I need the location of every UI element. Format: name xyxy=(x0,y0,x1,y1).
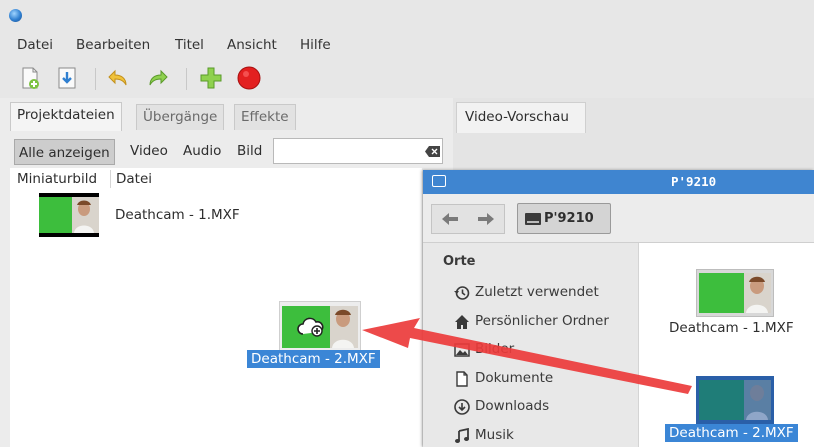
file-thumbnail xyxy=(696,269,774,317)
file-name-selected: Deathcam - 2.MXF xyxy=(665,424,798,442)
tab-video-vorschau[interactable]: Video-Vorschau xyxy=(456,102,586,133)
undo-icon[interactable] xyxy=(106,66,130,90)
file-manager-titlebar: P'9210 xyxy=(423,170,814,194)
column-divider xyxy=(110,170,111,188)
column-file[interactable]: Datei xyxy=(116,171,152,187)
file-manager-title: P'9210 xyxy=(671,174,717,189)
path-button-label: P'9210 xyxy=(544,211,594,226)
home-icon xyxy=(455,315,469,329)
toolbar-separator xyxy=(95,68,96,90)
tab-uebergaenge[interactable]: Übergänge xyxy=(136,104,225,130)
menu-datei[interactable]: Datei xyxy=(17,37,53,53)
tab-effekte[interactable]: Effekte xyxy=(234,104,296,130)
cloud-plus-icon xyxy=(297,317,324,337)
clear-search-icon[interactable] xyxy=(425,146,440,157)
search-input[interactable] xyxy=(273,138,443,164)
main-toolbar xyxy=(0,60,814,99)
back-arrow-icon[interactable] xyxy=(442,213,458,225)
recent-icon xyxy=(454,286,470,300)
drive-icon xyxy=(525,213,541,225)
record-icon[interactable] xyxy=(237,66,261,90)
file-thumbnail xyxy=(696,376,774,424)
menu-titel[interactable]: Titel xyxy=(175,37,204,53)
pictures-icon xyxy=(454,343,470,357)
new-project-icon[interactable] xyxy=(18,66,42,90)
file-manager-content: Deathcam - 1.MXF Deathcam - 2.MXF xyxy=(639,243,814,447)
redo-icon[interactable] xyxy=(146,66,170,90)
file-name: Deathcam - 1.MXF xyxy=(115,207,240,223)
drag-item-label: Deathcam - 2.MXF xyxy=(247,350,380,368)
add-file-icon[interactable] xyxy=(199,66,223,90)
navigation-buttons xyxy=(431,204,505,234)
project-file-list: Deathcam - 1.MXF Deathcam - 2.MXF xyxy=(10,190,422,447)
forward-arrow-icon[interactable] xyxy=(478,213,494,225)
column-thumbnail[interactable]: Miniaturbild xyxy=(17,171,97,187)
file-list-header: Miniaturbild Datei xyxy=(10,168,422,191)
places-sidebar: Orte Zuletzt verwendet Persönlicher Ordn… xyxy=(423,243,639,447)
filter-bild[interactable]: Bild xyxy=(237,143,262,159)
file-manager-toolbar: P'9210 xyxy=(423,194,814,243)
filter-audio[interactable]: Audio xyxy=(183,143,221,159)
list-item[interactable]: Deathcam - 1.MXF xyxy=(10,190,422,238)
video-thumbnail xyxy=(39,193,99,237)
menu-hilfe[interactable]: Hilfe xyxy=(300,37,331,53)
window-titlebar xyxy=(0,0,814,30)
music-icon xyxy=(455,428,469,443)
places-header: Orte xyxy=(443,254,476,269)
menu-bar: Datei Bearbeiten Titel Ansicht Hilfe xyxy=(0,30,814,60)
download-icon xyxy=(454,399,470,415)
save-icon[interactable] xyxy=(55,66,79,90)
document-icon xyxy=(456,371,468,387)
path-button[interactable]: P'9210 xyxy=(517,203,611,234)
menu-ansicht[interactable]: Ansicht xyxy=(227,37,277,53)
menu-bearbeiten[interactable]: Bearbeiten xyxy=(76,37,150,53)
file-name: Deathcam - 1.MXF xyxy=(669,320,794,336)
tab-projektdateien[interactable]: Projektdateien xyxy=(10,102,122,131)
show-all-button[interactable]: Alle anzeigen xyxy=(14,139,115,165)
file-item-selected[interactable]: Deathcam - 2.MXF xyxy=(639,343,814,447)
filter-video[interactable]: Video xyxy=(130,143,168,159)
folder-icon xyxy=(432,175,446,187)
file-item[interactable]: Deathcam - 1.MXF xyxy=(639,243,814,343)
app-logo-icon xyxy=(9,9,22,22)
file-manager-window: P'9210 P'9210 Orte Zuletzt verwendet Per… xyxy=(423,170,814,447)
toolbar-separator xyxy=(186,68,187,90)
